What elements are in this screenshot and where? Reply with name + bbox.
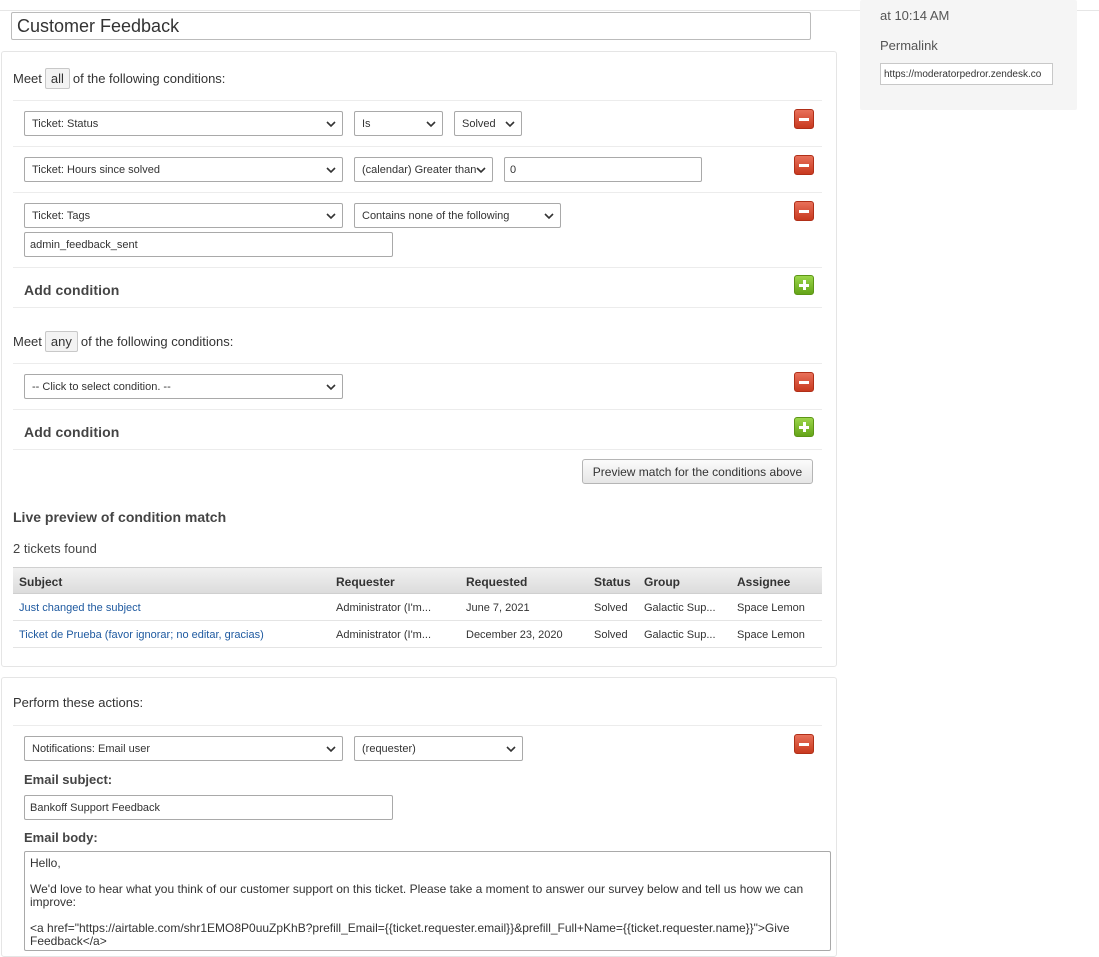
condition-field-value: -- Click to select condition. -- bbox=[32, 380, 171, 393]
sidebar-timestamp: at 10:14 AM bbox=[880, 8, 950, 23]
table-row: Ticket de Prueba (favor ignorar; no edit… bbox=[13, 621, 822, 648]
email-subject-value: Bankoff Support Feedback bbox=[30, 801, 161, 814]
chevron-down-icon bbox=[326, 213, 336, 220]
ticket-subject-link[interactable]: Ticket de Prueba (favor ignorar; no edit… bbox=[19, 621, 264, 648]
divider bbox=[13, 363, 822, 364]
email-body-line: <a href="https://airtable.com/shr1EMO8P0… bbox=[30, 921, 790, 948]
table-header: Subject Requester Requested Status Group… bbox=[13, 567, 822, 594]
ticket-subject-link[interactable]: Just changed the subject bbox=[19, 594, 141, 621]
condition-field-select[interactable]: -- Click to select condition. -- bbox=[24, 374, 343, 399]
condition-field-value: Ticket: Hours since solved bbox=[32, 163, 160, 176]
ticket-assignee: Space Lemon bbox=[737, 628, 805, 641]
remove-condition-button[interactable] bbox=[794, 372, 814, 392]
add-condition-button[interactable] bbox=[794, 275, 814, 295]
sidebar-panel: at 10:14 AM Permalink bbox=[860, 0, 1077, 110]
email-body-label: Email body: bbox=[24, 830, 98, 845]
ticket-group: Galactic Sup... bbox=[644, 628, 716, 641]
live-preview-heading: Live preview of condition match bbox=[13, 509, 227, 525]
column-header-requested[interactable]: Requested bbox=[466, 568, 527, 595]
divider bbox=[13, 146, 822, 147]
permalink-label: Permalink bbox=[880, 38, 938, 53]
tags-value: admin_feedback_sent bbox=[30, 238, 138, 251]
permalink-input[interactable] bbox=[880, 63, 1053, 85]
column-header-group[interactable]: Group bbox=[644, 568, 680, 595]
condition-field-select[interactable]: Ticket: Hours since solved bbox=[24, 157, 343, 182]
remove-condition-button[interactable] bbox=[794, 109, 814, 129]
divider bbox=[13, 100, 822, 101]
column-header-subject[interactable]: Subject bbox=[19, 568, 62, 595]
tags-input[interactable]: admin_feedback_sent bbox=[24, 232, 393, 257]
condition-field-select[interactable]: Ticket: Status bbox=[24, 111, 343, 136]
actions-heading: Perform these actions: bbox=[13, 695, 144, 710]
action-field-value: Notifications: Email user bbox=[32, 742, 150, 755]
add-condition-label: Add condition bbox=[24, 424, 120, 440]
divider bbox=[13, 307, 822, 308]
condition-value-text: Solved bbox=[462, 117, 496, 130]
chevron-down-icon bbox=[544, 213, 554, 220]
remove-action-button[interactable] bbox=[794, 734, 814, 754]
ticket-status: Solved bbox=[594, 628, 628, 641]
condition-operator-value: Is bbox=[362, 117, 371, 130]
condition-field-value: Ticket: Tags bbox=[32, 209, 91, 222]
meet-all-selector[interactable]: all bbox=[44, 68, 70, 89]
chevron-down-icon bbox=[326, 167, 336, 174]
remove-condition-button[interactable] bbox=[794, 201, 814, 221]
ticket-requester: Administrator (I'm... bbox=[336, 628, 432, 641]
meet-any-line: Meet any of the following conditions: bbox=[13, 331, 233, 352]
condition-field-select[interactable]: Ticket: Tags bbox=[24, 203, 343, 228]
chevron-down-icon bbox=[326, 746, 336, 753]
chevron-down-icon bbox=[326, 384, 336, 391]
meet-any-prefix: Meet bbox=[13, 334, 42, 349]
table-row: Just changed the subject Administrator (… bbox=[13, 594, 822, 621]
email-subject-label: Email subject: bbox=[24, 772, 113, 787]
condition-field-value: Ticket: Status bbox=[32, 117, 99, 130]
remove-condition-button[interactable] bbox=[794, 155, 814, 175]
condition-operator-value: Contains none of the following bbox=[362, 209, 510, 222]
column-header-assignee[interactable]: Assignee bbox=[737, 568, 790, 595]
column-header-status[interactable]: Status bbox=[594, 568, 631, 595]
chevron-down-icon bbox=[326, 121, 336, 128]
preview-match-button[interactable]: Preview match for the conditions above bbox=[582, 459, 813, 484]
meet-all-prefix: Meet bbox=[13, 71, 42, 86]
email-body-textarea[interactable]: Hello, We'd love to hear what you think … bbox=[24, 851, 831, 951]
divider bbox=[13, 449, 822, 450]
tickets-found-count: 2 tickets found bbox=[13, 541, 97, 556]
condition-value-text: 0 bbox=[510, 163, 517, 176]
ticket-group: Galactic Sup... bbox=[644, 601, 716, 614]
condition-value-select[interactable]: Solved bbox=[454, 111, 522, 136]
action-field-select[interactable]: Notifications: Email user bbox=[24, 736, 343, 761]
trigger-title-input[interactable] bbox=[11, 12, 811, 40]
condition-operator-value: (calendar) Greater than bbox=[362, 163, 477, 176]
ticket-requested-date: December 23, 2020 bbox=[466, 628, 563, 641]
chevron-down-icon bbox=[505, 121, 515, 128]
meet-any-selector[interactable]: any bbox=[44, 331, 78, 352]
ticket-requester: Administrator (I'm... bbox=[336, 601, 432, 614]
column-header-requester[interactable]: Requester bbox=[336, 568, 395, 595]
condition-operator-select[interactable]: (calendar) Greater than bbox=[354, 157, 493, 182]
action-target-select[interactable]: (requester) bbox=[354, 736, 523, 761]
condition-value-input[interactable]: 0 bbox=[504, 157, 702, 182]
condition-operator-select[interactable]: Is bbox=[354, 111, 443, 136]
ticket-assignee: Space Lemon bbox=[737, 601, 805, 614]
email-body-line: We'd love to hear what you think of our … bbox=[30, 882, 804, 909]
add-condition-label: Add condition bbox=[24, 282, 120, 298]
chevron-down-icon bbox=[426, 121, 436, 128]
preview-table: Subject Requester Requested Status Group… bbox=[13, 567, 822, 648]
meet-any-suffix: of the following conditions: bbox=[80, 334, 234, 349]
chevron-down-icon bbox=[506, 746, 516, 753]
condition-operator-select[interactable]: Contains none of the following bbox=[354, 203, 561, 228]
meet-all-suffix: of the following conditions: bbox=[72, 71, 226, 86]
ticket-status: Solved bbox=[594, 601, 628, 614]
divider bbox=[13, 192, 822, 193]
divider bbox=[13, 409, 822, 410]
add-condition-button[interactable] bbox=[794, 417, 814, 437]
divider bbox=[13, 267, 822, 268]
action-target-value: (requester) bbox=[362, 742, 416, 755]
email-subject-input[interactable]: Bankoff Support Feedback bbox=[24, 795, 393, 820]
email-body-line: Hello, bbox=[30, 856, 61, 870]
meet-all-line: Meet all of the following conditions: bbox=[13, 68, 225, 89]
chevron-down-icon bbox=[476, 167, 486, 174]
ticket-requested-date: June 7, 2021 bbox=[466, 601, 530, 614]
divider bbox=[13, 725, 822, 726]
